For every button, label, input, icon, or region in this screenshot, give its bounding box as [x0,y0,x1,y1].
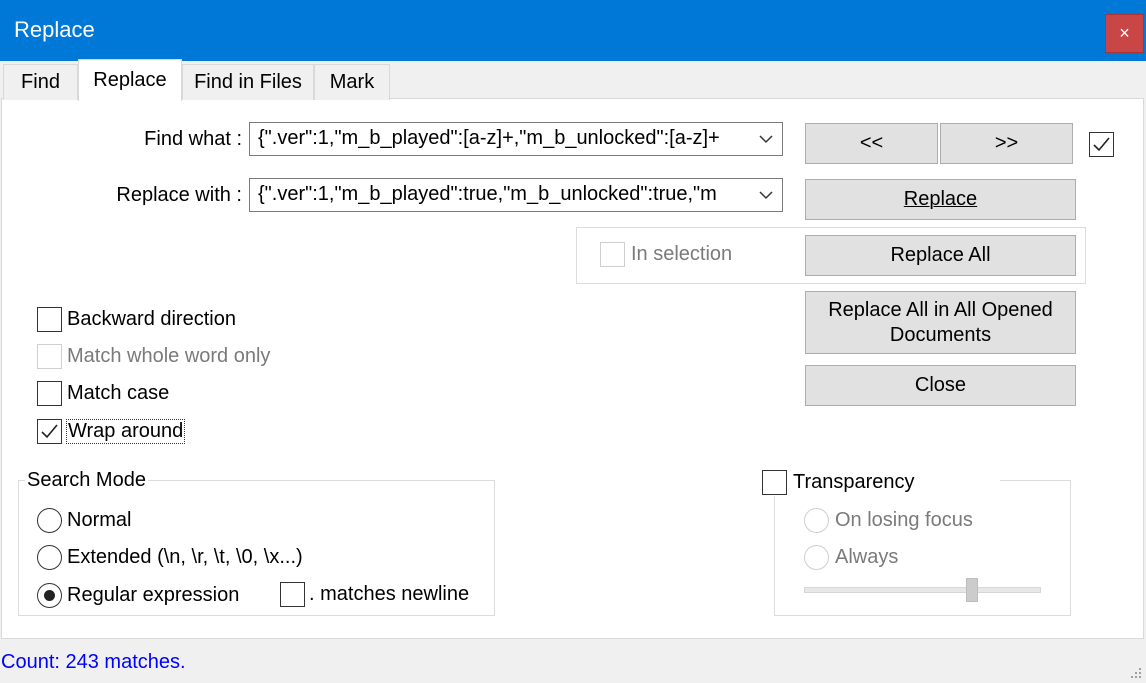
tab-mark[interactable]: Mark [314,64,390,100]
find-what-label: Find what : [144,128,242,150]
replace-button[interactable]: Replace [805,179,1076,220]
replace-with-label: Replace with : [116,184,242,206]
tab-find[interactable]: Find [3,64,78,100]
tab-find-in-files[interactable]: Find in Files [182,64,314,100]
matches-newline-label: . matches newline [309,583,470,605]
resize-grip-icon[interactable] [1128,663,1142,678]
on-losing-focus-radio[interactable] [804,508,829,533]
replace-button-label: Replace [903,188,978,210]
find-previous-button[interactable]: << [805,123,938,164]
wrap-around-label: Wrap around [66,419,186,444]
transparency-checkbox[interactable] [762,470,787,495]
window-title: Replace [14,17,95,42]
always-radio[interactable] [804,545,829,570]
match-case-checkbox[interactable] [37,381,62,406]
match-count-status: Count: 243 matches. [1,651,186,673]
transparency-slider-track[interactable] [804,587,1041,593]
extended-radio[interactable] [37,545,62,570]
wrap-around-checkbox[interactable] [37,419,62,444]
replace-with-combobox[interactable]: {".ver":1,"m_b_played":true,"m_b_unlocke… [249,178,783,212]
always-label: Always [835,546,899,568]
transparency-slider-thumb[interactable] [966,578,978,602]
search-mode-title: Search Mode [25,469,148,492]
checkmark-icon [1093,137,1110,152]
chevron-down-icon[interactable] [756,183,776,207]
match-whole-word-label: Match whole word only [67,345,271,367]
in-selection-label: In selection [631,243,733,265]
replace-all-opened-docs-button[interactable]: Replace All in All Opened Documents [805,291,1076,354]
regular-expression-radio[interactable] [37,583,62,608]
normal-radio[interactable] [37,508,62,533]
transparency-label: Transparency [793,471,915,493]
match-whole-word-checkbox[interactable] [37,344,62,369]
replace-all-button[interactable]: Replace All [805,235,1076,276]
direction-checkbox[interactable] [1089,132,1114,157]
backward-direction-checkbox[interactable] [37,307,62,332]
checkmark-icon [41,424,58,439]
close-icon: × [1119,23,1130,43]
find-what-combobox[interactable]: {".ver":1,"m_b_played":[a-z]+,"m_b_unloc… [249,122,783,156]
close-button[interactable]: Close [805,365,1076,406]
replace-all-docs-line2: Documents [889,323,992,346]
find-next-button[interactable]: >> [940,123,1073,164]
chevron-down-icon[interactable] [756,127,776,151]
radio-selected-dot [44,590,55,601]
replace-with-value: {".ver":1,"m_b_played":true,"m_b_unlocke… [258,183,717,205]
on-losing-focus-label: On losing focus [835,509,973,531]
in-selection-checkbox[interactable] [600,242,625,267]
replace-all-docs-line1: Replace All in All Opened [828,298,1053,321]
match-case-label: Match case [67,382,170,404]
title-bar [0,0,1146,61]
matches-newline-checkbox[interactable] [280,582,305,607]
regular-expression-label: Regular expression [67,584,240,606]
extended-label: Extended (\n, \r, \t, \0, \x...) [67,546,303,568]
find-what-value: {".ver":1,"m_b_played":[a-z]+,"m_b_unloc… [258,127,720,149]
backward-direction-label: Backward direction [67,308,236,330]
normal-label: Normal [67,509,132,531]
close-window-button[interactable]: × [1105,14,1144,53]
tab-replace[interactable]: Replace [78,59,182,101]
